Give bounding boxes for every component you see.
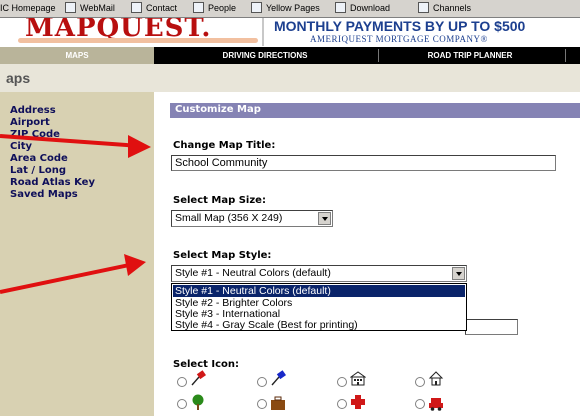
map-title-label: Change Map Title: <box>173 140 276 151</box>
links-toolbar: IC Homepage WebMail Contact People Yello… <box>0 0 580 18</box>
tab-driving-directions[interactable]: DRIVING DIRECTIONS <box>170 47 360 64</box>
red-cross-icon <box>351 395 365 409</box>
sidebar-item-area-code[interactable]: Area Code <box>10 153 68 164</box>
partially-hidden-input[interactable] <box>465 319 518 335</box>
sidebar-item-airport[interactable]: Airport <box>10 117 50 128</box>
map-style-label: Select Map Style: <box>173 250 272 261</box>
map-style-dropdown-list: Style #1 - Neutral Colors (default) Styl… <box>171 283 467 331</box>
sidebar-item-address[interactable]: Address <box>10 105 56 116</box>
section-bar: aps <box>0 64 580 92</box>
briefcase-icon <box>271 396 285 410</box>
icon-radio[interactable] <box>257 377 267 387</box>
main-nav: MAPS DRIVING DIRECTIONS ROAD TRIP PLANNE… <box>0 47 580 64</box>
ad-headline: MONTHLY PAYMENTS BY UP TO $500 <box>274 18 526 34</box>
links-item-webmail[interactable]: WebMail <box>80 3 115 13</box>
links-item-people[interactable]: People <box>208 3 236 13</box>
links-item-yellow-pages[interactable]: Yellow Pages <box>266 3 320 13</box>
map-style-value: Style #1 - Neutral Colors (default) <box>175 267 331 279</box>
house-icon <box>428 371 444 386</box>
customize-map-title: Customize Map <box>175 104 261 115</box>
map-size-value: Small Map (356 X 249) <box>175 212 283 224</box>
select-icon-label: Select Icon: <box>173 359 240 370</box>
map-size-label: Select Map Size: <box>173 195 266 206</box>
icon-radio[interactable] <box>257 399 267 409</box>
tab-maps[interactable]: MAPS <box>0 47 154 64</box>
chevron-down-icon[interactable] <box>318 212 331 225</box>
links-item-download[interactable]: Download <box>350 3 390 13</box>
map-style-option-4[interactable]: Style #4 - Gray Scale (Best for printing… <box>173 319 465 331</box>
link-page-icon <box>65 2 76 13</box>
nav-divider <box>565 49 566 62</box>
map-style-select[interactable]: Style #1 - Neutral Colors (default) <box>171 265 467 282</box>
icon-radio[interactable] <box>337 377 347 387</box>
icon-radio[interactable] <box>177 399 187 409</box>
folder-icon <box>418 2 429 13</box>
building-icon <box>350 371 366 386</box>
nav-divider <box>378 49 379 62</box>
ad-subline: AMERIQUEST MORTGAGE COMPANY® <box>310 34 488 44</box>
gutter <box>154 92 170 416</box>
icon-radio[interactable] <box>415 399 425 409</box>
red-pushpin-icon <box>191 370 206 386</box>
links-item-channels[interactable]: Channels <box>433 3 471 13</box>
sidebar-item-zip-code[interactable]: ZIP Code <box>10 129 60 140</box>
map-style-option-1[interactable]: Style #1 - Neutral Colors (default) <box>173 285 465 297</box>
links-item-contact[interactable]: Contact <box>146 3 177 13</box>
map-size-select[interactable]: Small Map (356 X 249) <box>171 210 333 227</box>
icon-radio[interactable] <box>177 377 187 387</box>
customize-map-header: Customize Map <box>170 103 580 118</box>
blue-pushpin-icon <box>271 370 286 386</box>
logo-banner[interactable]: MAPQUEST. <box>0 18 260 46</box>
map-title-input[interactable]: School Community <box>171 155 556 171</box>
page-title: aps <box>6 70 31 86</box>
chevron-down-icon[interactable] <box>452 267 465 280</box>
ad-banner[interactable]: MONTHLY PAYMENTS BY UP TO $500 AMERIQUES… <box>262 18 580 46</box>
sidebar-item-saved-maps[interactable]: Saved Maps <box>10 189 78 200</box>
sidebar-item-road-atlas-key[interactable]: Road Atlas Key <box>10 177 95 188</box>
tab-road-trip-planner[interactable]: ROAD TRIP PLANNER <box>380 47 560 64</box>
link-page-icon <box>193 2 204 13</box>
car-icon <box>429 398 443 411</box>
icon-radio[interactable] <box>415 377 425 387</box>
link-page-icon <box>251 2 262 13</box>
sidebar: Address Airport ZIP Code City Area Code … <box>0 92 154 416</box>
map-title-value: School Community <box>175 157 268 169</box>
link-page-icon <box>131 2 142 13</box>
tree-icon <box>192 394 204 410</box>
link-page-icon <box>335 2 346 13</box>
sidebar-item-lat-long[interactable]: Lat / Long <box>10 165 66 176</box>
sidebar-item-city[interactable]: City <box>10 141 32 152</box>
logo-swoosh <box>18 38 258 43</box>
icon-radio[interactable] <box>337 399 347 409</box>
links-item-ic-homepage[interactable]: IC Homepage <box>0 3 56 13</box>
